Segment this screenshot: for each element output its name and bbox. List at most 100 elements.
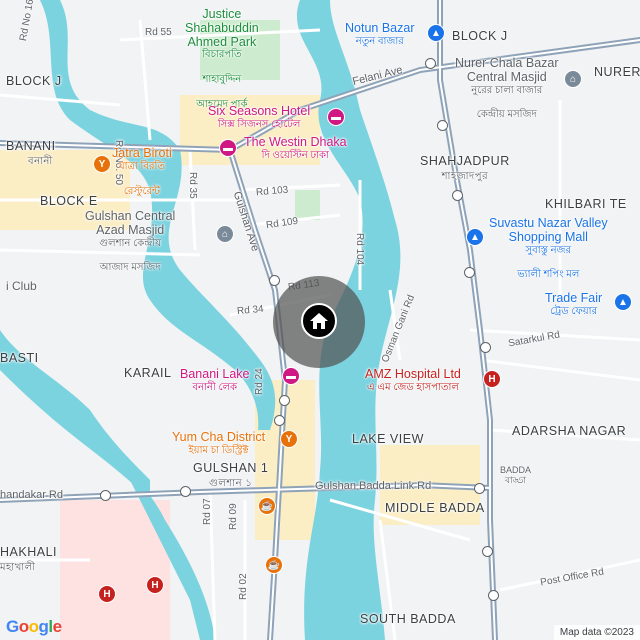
area-label-basti: BASTI	[0, 351, 39, 365]
suvastu-line2: Shopping Mall	[508, 229, 588, 244]
poi-amz-hospital[interactable]: AMZ Hospital Ltd এ এম জেড হাসপাতাল	[365, 367, 461, 393]
home-icon[interactable]	[301, 303, 337, 339]
shahjadpur-bn: শাহজাদপুর	[441, 170, 489, 182]
hospital-icon[interactable]: H	[483, 370, 501, 388]
area-label-lake-view: LAKE VIEW	[352, 432, 424, 446]
bus-stop-icon[interactable]	[480, 342, 491, 353]
bus-stop-icon[interactable]	[180, 486, 191, 497]
area-label-block-j: BLOCK J	[6, 74, 62, 88]
poi-suvastu[interactable]: Suvastu Nazar Valley Shopping Mall সুবাস…	[489, 216, 608, 281]
poi-banani-lake[interactable]: Banani Lake বনানী লেক	[180, 367, 250, 393]
notun-bazar-en: Notun Bazar	[345, 21, 415, 35]
bus-stop-icon[interactable]	[488, 590, 499, 601]
bus-stop-icon[interactable]	[452, 190, 463, 201]
hotel-icon[interactable]: ▬	[327, 108, 345, 126]
amz-bn: এ এম জেড হাসপাতাল	[367, 381, 459, 393]
nurer-chala-bn1: নুরের চালা বাজার	[471, 84, 543, 96]
poi-six-seasons[interactable]: Six Seasons Hotel সিক্স সিজনস হোটেল	[208, 104, 311, 130]
area-label-block-e: BLOCK E	[40, 194, 98, 208]
cafe-icon[interactable]: ☕	[258, 497, 276, 515]
shopping-bag-icon[interactable]: ▲	[466, 228, 484, 246]
trade-fair-en: Trade Fair	[545, 291, 603, 305]
bus-stop-icon[interactable]	[474, 483, 485, 494]
bus-stop-icon[interactable]	[464, 267, 475, 278]
road-label-rd55: Rd 55	[145, 27, 172, 38]
banani-lake-bn: বনানী লেক	[192, 381, 238, 393]
map-canvas[interactable]: BLOCK J BLOCK J BANANI বনানী BLOCK E NUR…	[0, 0, 640, 640]
mosque-icon[interactable]: ⌂	[564, 70, 582, 88]
gulshan1-en: GULSHAN 1	[193, 461, 269, 475]
banani-en: BANANI	[6, 139, 56, 153]
area-label-middle-badda: MIDDLE BADDA	[385, 501, 485, 515]
bus-stop-icon[interactable]	[482, 546, 493, 557]
jatra-bn1: যাত্রা বিরতি	[118, 160, 165, 172]
justice-park-line3: Ahmed Park	[187, 34, 257, 49]
justice-park-line1: Justice	[202, 7, 242, 21]
mosque-icon[interactable]: ⌂	[216, 225, 234, 243]
map-attribution[interactable]: Map data ©2023	[553, 625, 640, 640]
area-label-gulshan1: GULSHAN 1 গুলশান ১	[193, 461, 269, 490]
bus-stop-icon[interactable]	[269, 275, 280, 286]
road-label-rd34: Rd 34	[236, 303, 265, 318]
amz-en: AMZ Hospital Ltd	[365, 367, 461, 381]
google-logo[interactable]: Google	[6, 617, 62, 637]
six-seasons-bn: সিক্স সিজনস হোটেল	[217, 118, 301, 130]
area-label-khakhali: HAKHALI মহাখালী	[0, 545, 57, 574]
shahjadpur-en: SHAHJADPUR	[420, 154, 510, 168]
area-label-badda: BADDA বাড্ডা	[500, 465, 531, 486]
area-label-banani: BANANI বনানী	[6, 139, 56, 168]
poi-gulshan-central-azad-masjid[interactable]: Gulshan Central Azad Masjid গুলশান কেন্দ…	[85, 209, 175, 274]
gcam-bn2: আজাদ মসজিদ	[99, 262, 161, 274]
hospital-icon[interactable]: H	[98, 585, 116, 603]
road-label-kandakar: handakar Rd	[0, 489, 63, 501]
gcam-bn1: গুলশান কেন্দ্রীয়	[99, 237, 162, 249]
cafe-icon[interactable]: ☕	[265, 556, 283, 574]
home-glyph	[310, 313, 328, 329]
gcam-line2: Azad Masjid	[96, 222, 165, 237]
road-label-rd07: Rd 07	[202, 498, 213, 525]
poi-westin[interactable]: The Westin Dhaka দি ওয়েস্টিন ঢাকা	[244, 135, 347, 161]
hotel-icon[interactable]: ▬	[282, 367, 300, 385]
restaurant-icon[interactable]: Y	[280, 430, 298, 448]
road-label-rd09: Rd 09	[228, 503, 239, 530]
justice-park-line2: Shahabuddin	[185, 20, 259, 35]
badda-bn: বাড্ডা	[504, 474, 527, 485]
poi-trade-fair[interactable]: Trade Fair ট্রেড ফেয়ার	[545, 291, 603, 317]
bus-stop-icon[interactable]	[274, 415, 285, 426]
bus-stop-icon[interactable]	[279, 395, 290, 406]
notun-bazar-bn: নতুন বাজার	[355, 35, 404, 47]
area-label-karail: KARAIL	[124, 366, 172, 380]
area-label-shahjadpur: SHAHJADPUR শাহজাদপুর	[420, 154, 510, 183]
poi-nurer-chala[interactable]: Nurer Chala Bazar Central Masjid নুরের চ…	[455, 56, 559, 121]
westin-bn: দি ওয়েস্টিন ঢাকা	[261, 149, 329, 161]
area-label-nurer: NURER	[594, 65, 640, 79]
poi-notun-bazar[interactable]: Notun Bazar নতুন বাজার	[345, 21, 415, 47]
banani-bn: বনানী	[28, 155, 53, 167]
bus-stop-icon[interactable]	[425, 58, 436, 69]
restaurant-icon[interactable]: Y	[93, 155, 111, 173]
suvastu-line1: Suvastu Nazar Valley	[489, 216, 608, 230]
road-label-rd35: Rd 35	[187, 172, 198, 199]
westin-en: The Westin Dhaka	[244, 135, 347, 149]
bus-stop-icon[interactable]	[100, 490, 111, 501]
gulshan1-bn: গুলশান ১	[208, 477, 253, 489]
shopping-bag-icon[interactable]: ▲	[427, 24, 445, 42]
banani-lake-en: Banani Lake	[180, 367, 250, 381]
yumcha-en: Yum Cha District	[172, 430, 266, 444]
khakhali-bn: মহাখালী	[0, 561, 36, 573]
trade-fair-bn: ট্রেড ফেয়ার	[550, 305, 598, 317]
nurer-chala-line1: Nurer Chala Bazar	[455, 56, 559, 70]
poi-jatra-biroti[interactable]: Jatra Biroti যাত্রা বিরতি রেস্টুরেন্ট	[112, 146, 172, 196]
poi-justice-park[interactable]: Justice Shahabuddin Ahmed Park বিচারপতি …	[185, 7, 259, 110]
six-seasons-en: Six Seasons Hotel	[208, 104, 311, 118]
area-label-club: i Club	[6, 279, 37, 293]
suvastu-bn2: ভ্যালী শপিং মল	[517, 269, 580, 281]
hospital-icon[interactable]: H	[146, 576, 164, 594]
yumcha-bn: ইয়াম চা ডিস্ট্রিক্ট	[188, 444, 249, 456]
poi-yum-cha[interactable]: Yum Cha District ইয়াম চা ডিস্ট্রিক্ট	[172, 430, 266, 456]
nurer-chala-bn2: কেন্দ্রীয় মসজিদ	[476, 109, 537, 121]
hotel-icon[interactable]: ▬	[219, 139, 237, 157]
road-label-gulshan-badda-link: Gulshan Badda Link Rd	[315, 480, 432, 492]
shopping-bag-icon[interactable]: ▲	[614, 293, 632, 311]
bus-stop-icon[interactable]	[437, 120, 448, 131]
